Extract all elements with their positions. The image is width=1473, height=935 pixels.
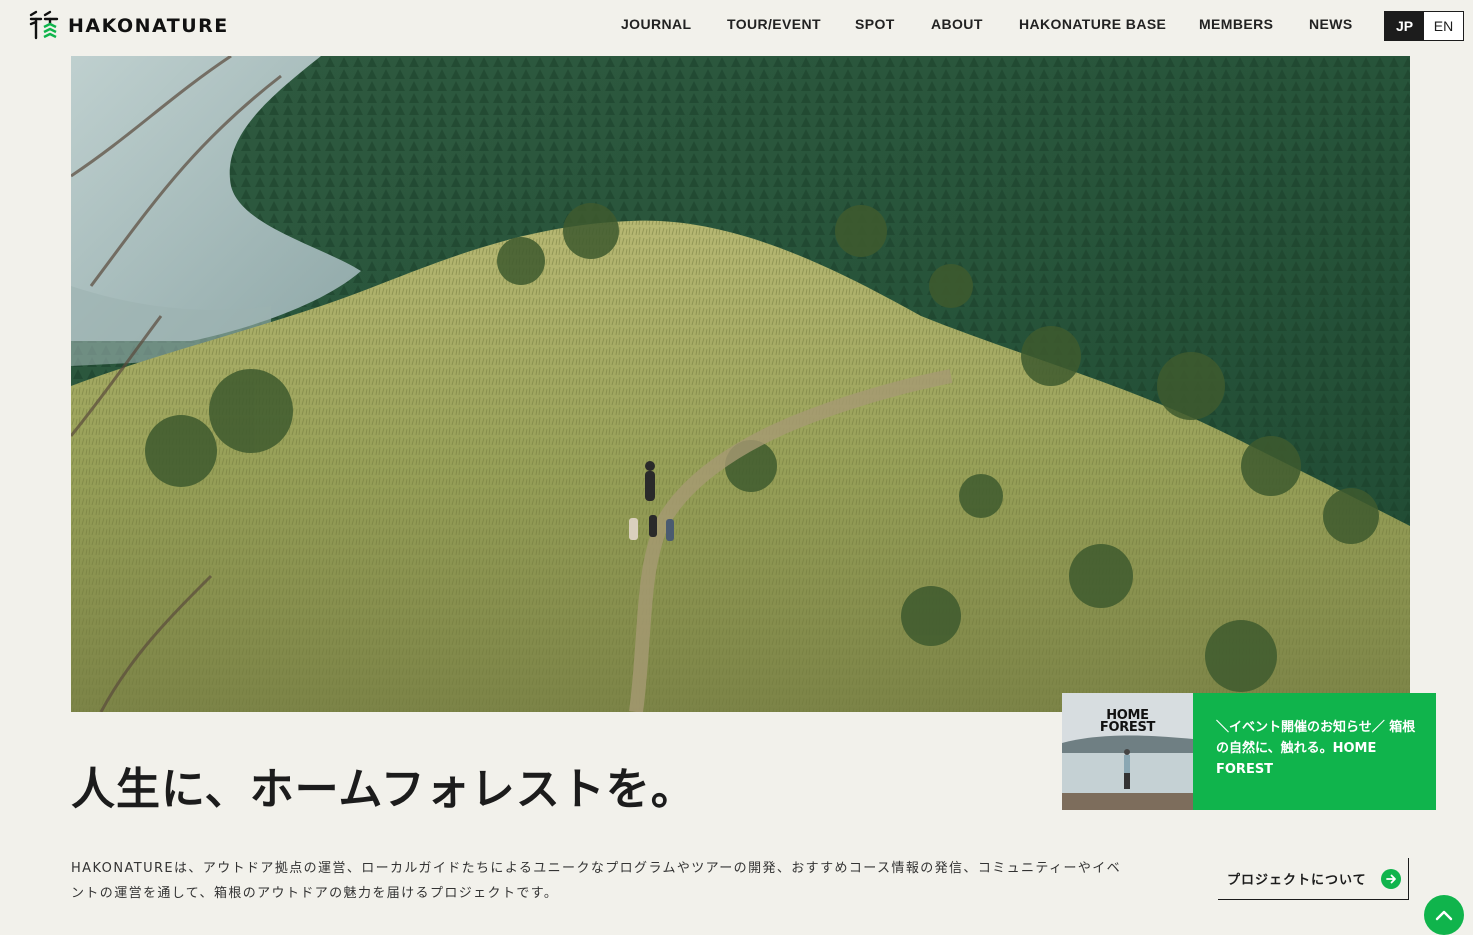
lang-jp-button[interactable]: JP [1385,12,1424,40]
back-to-top-button[interactable] [1424,895,1464,935]
about-project-label: プロジェクトについて [1227,873,1367,888]
nav-about[interactable]: ABOUT [931,16,983,32]
arrow-right-icon [1380,868,1401,889]
nav-journal[interactable]: JOURNAL [621,16,691,32]
nav-hakonature-base[interactable]: HAKONATURE BASE [1019,16,1166,32]
nav-tour-event[interactable]: TOUR/EVENT [727,16,821,32]
chevron-up-icon [1435,910,1453,921]
event-announcement-card[interactable]: HOME FOREST ＼イベント開催のお知らせ／ 箱根の自然に、触れる。HOM… [1062,693,1436,810]
main-nav: JOURNAL TOUR/EVENT SPOT ABOUT HAKONATURE… [0,16,1473,36]
hero-image [71,56,1410,712]
about-project-link[interactable]: プロジェクトについて [1218,858,1409,900]
event-thumbnail: HOME FOREST [1062,693,1193,810]
lang-en-button[interactable]: EN [1424,12,1463,40]
language-switcher: JP EN [1384,11,1464,41]
project-description: HAKONATUREは、アウトドア拠点の運営、ローカルガイドたちによるユニークな… [71,861,1122,901]
nav-members[interactable]: MEMBERS [1199,16,1273,32]
event-thumb-title: HOME FOREST [1099,708,1156,735]
nav-spot[interactable]: SPOT [855,16,895,32]
page-tagline: 人生に、ホームフォレストを。 [71,764,696,815]
nav-news[interactable]: NEWS [1309,16,1353,32]
event-text: ＼イベント開催のお知らせ／ 箱根の自然に、触れる。HOME FOREST [1193,693,1436,810]
